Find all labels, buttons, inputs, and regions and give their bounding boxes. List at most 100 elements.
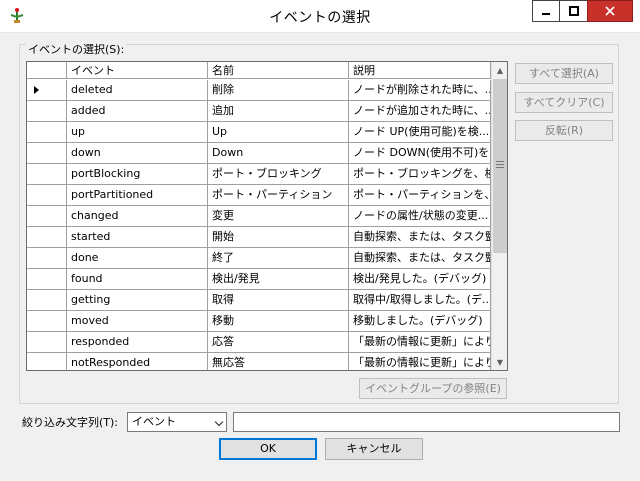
row-header[interactable] <box>27 332 67 352</box>
event-cell[interactable]: down <box>67 143 208 163</box>
event-cell[interactable]: up <box>67 122 208 142</box>
row-header[interactable] <box>27 122 67 142</box>
table-row[interactable]: added 追加 ノードが追加された時に、... <box>27 101 491 122</box>
event-cell[interactable]: moved <box>67 311 208 331</box>
scroll-thumb[interactable] <box>493 79 507 253</box>
column-header-name[interactable]: 名前 <box>208 62 349 79</box>
event-cell[interactable]: portBlocking <box>67 164 208 184</box>
table-row[interactable]: moved 移動 移動しました。(デバッグ) <box>27 311 491 332</box>
event-cell[interactable]: deleted <box>67 80 208 100</box>
title-bar: イベントの選択 <box>0 0 640 33</box>
chevron-down-icon: ▼ <box>496 357 504 367</box>
row-header[interactable] <box>27 185 67 205</box>
description-cell[interactable]: 自動探索、または、タスク監... <box>349 227 491 247</box>
name-cell[interactable]: 追加 <box>208 101 349 121</box>
name-cell[interactable]: 取得 <box>208 290 349 310</box>
name-cell[interactable]: 開始 <box>208 227 349 247</box>
chevron-up-icon: ▲ <box>496 65 504 75</box>
event-cell[interactable]: started <box>67 227 208 247</box>
name-cell[interactable]: 移動 <box>208 311 349 331</box>
description-cell[interactable]: ポート・ブロッキングを、検出... <box>349 164 491 184</box>
description-cell[interactable]: ノード UP(使用可能)を検... <box>349 122 491 142</box>
row-header[interactable] <box>27 269 67 289</box>
description-cell[interactable]: 取得中/取得しました。(デ... <box>349 290 491 310</box>
event-group-reference-button[interactable]: イベントグループの参照(E) <box>359 378 507 399</box>
name-cell[interactable]: 終了 <box>208 248 349 268</box>
scroll-down-button[interactable]: ▼ <box>492 354 507 370</box>
filter-text-input[interactable] <box>233 412 620 432</box>
row-header[interactable] <box>27 311 67 331</box>
table-row[interactable]: portPartitioned ポート・パーティション ポート・パーティションを… <box>27 185 491 206</box>
row-header-corner <box>27 62 67 79</box>
row-header[interactable] <box>27 353 67 370</box>
row-header[interactable] <box>27 290 67 310</box>
description-cell[interactable]: 「最新の情報に更新」により... <box>349 353 491 370</box>
table-row[interactable]: deleted 削除 ノードが削除された時に、... <box>27 80 491 101</box>
name-cell[interactable]: 応答 <box>208 332 349 352</box>
row-header[interactable] <box>27 143 67 163</box>
grid-header: イベント 名前 説明 <box>27 62 491 79</box>
table-row[interactable]: found 検出/発見 検出/発見した。(デバッグ) <box>27 269 491 290</box>
event-cell[interactable]: portPartitioned <box>67 185 208 205</box>
description-cell[interactable]: 検出/発見した。(デバッグ) <box>349 269 491 289</box>
name-cell[interactable]: 検出/発見 <box>208 269 349 289</box>
event-cell[interactable]: notResponded <box>67 353 208 370</box>
description-cell[interactable]: ポート・パーティションを、検... <box>349 185 491 205</box>
event-cell[interactable]: done <box>67 248 208 268</box>
name-cell[interactable]: ポート・ブロッキング <box>208 164 349 184</box>
row-header[interactable] <box>27 80 67 100</box>
table-row[interactable]: notResponded 無応答 「最新の情報に更新」により... <box>27 353 491 370</box>
select-all-button[interactable]: すべて選択(A) <box>515 63 613 84</box>
minimize-button[interactable] <box>532 0 559 22</box>
column-header-description[interactable]: 説明 <box>349 62 491 79</box>
description-cell[interactable]: ノードの属性/状態の変更... <box>349 206 491 226</box>
invert-button[interactable]: 反転(R) <box>515 120 613 141</box>
maximize-icon <box>568 6 579 16</box>
table-row[interactable]: responded 応答 「最新の情報に更新」により... <box>27 332 491 353</box>
event-cell[interactable]: getting <box>67 290 208 310</box>
description-cell[interactable]: ノードが追加された時に、... <box>349 101 491 121</box>
filter-type-select[interactable]: イベント <box>127 412 227 432</box>
ok-button[interactable]: OK <box>219 438 317 460</box>
name-cell[interactable]: ポート・パーティション <box>208 185 349 205</box>
row-header[interactable] <box>27 164 67 184</box>
name-cell[interactable]: Down <box>208 143 349 163</box>
clear-all-button[interactable]: すべてクリア(C) <box>515 92 613 113</box>
cancel-button[interactable]: キャンセル <box>325 438 423 460</box>
row-header[interactable] <box>27 101 67 121</box>
description-cell[interactable]: 移動しました。(デバッグ) <box>349 311 491 331</box>
current-row-arrow-icon <box>34 86 39 94</box>
event-cell[interactable]: added <box>67 101 208 121</box>
filter-label: 絞り込み文字列(T): <box>22 416 119 429</box>
table-row[interactable]: changed 変更 ノードの属性/状態の変更... <box>27 206 491 227</box>
name-cell[interactable]: 無応答 <box>208 353 349 370</box>
row-header[interactable] <box>27 206 67 226</box>
event-cell[interactable]: found <box>67 269 208 289</box>
close-button[interactable] <box>587 0 633 22</box>
description-cell[interactable]: 「最新の情報に更新」により... <box>349 332 491 352</box>
table-row[interactable]: getting 取得 取得中/取得しました。(デ... <box>27 290 491 311</box>
grid-vertical-scrollbar[interactable]: ▲ ▼ <box>491 62 507 370</box>
table-row[interactable]: done 終了 自動探索、または、タスク監... <box>27 248 491 269</box>
minimize-icon <box>542 13 550 15</box>
description-cell[interactable]: ノードが削除された時に、... <box>349 80 491 100</box>
event-grid[interactable]: イベント 名前 説明 deleted 削除 ノードが削除された時に、... ad… <box>26 61 508 371</box>
maximize-button[interactable] <box>559 0 587 22</box>
filter-type-value: イベント <box>132 415 176 428</box>
table-row[interactable]: started 開始 自動探索、または、タスク監... <box>27 227 491 248</box>
event-selection-label: イベントの選択(S): <box>26 41 127 57</box>
name-cell[interactable]: 削除 <box>208 80 349 100</box>
scroll-up-button[interactable]: ▲ <box>492 62 507 78</box>
table-row[interactable]: down Down ノード DOWN(使用不可)を... <box>27 143 491 164</box>
description-cell[interactable]: ノード DOWN(使用不可)を... <box>349 143 491 163</box>
column-header-event[interactable]: イベント <box>67 62 208 79</box>
event-cell[interactable]: changed <box>67 206 208 226</box>
table-row[interactable]: portBlocking ポート・ブロッキング ポート・ブロッキングを、検出..… <box>27 164 491 185</box>
description-cell[interactable]: 自動探索、または、タスク監... <box>349 248 491 268</box>
name-cell[interactable]: Up <box>208 122 349 142</box>
table-row[interactable]: up Up ノード UP(使用可能)を検... <box>27 122 491 143</box>
row-header[interactable] <box>27 248 67 268</box>
event-cell[interactable]: responded <box>67 332 208 352</box>
row-header[interactable] <box>27 227 67 247</box>
name-cell[interactable]: 変更 <box>208 206 349 226</box>
